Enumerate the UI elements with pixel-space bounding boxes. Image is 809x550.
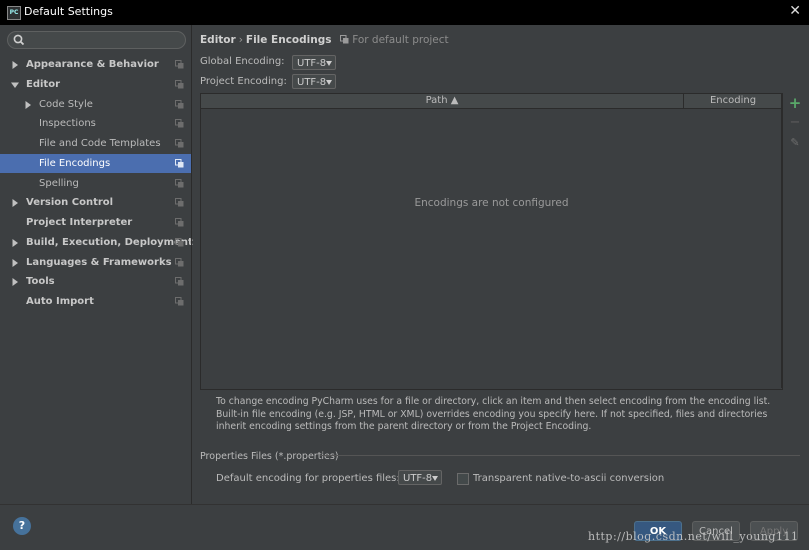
collapsed-arrow-icon[interactable] <box>11 61 19 69</box>
project-encoding-value: UTF-8 <box>297 77 327 88</box>
sidebar-item-file-and-code-templates[interactable]: File and Code Templates <box>0 134 191 153</box>
global-encoding-label: Global Encoding: <box>200 56 285 67</box>
project-encoding-label: Project Encoding: <box>200 76 287 87</box>
table-header: Path ▲ Encoding <box>201 94 782 109</box>
collapsed-arrow-icon[interactable] <box>11 238 19 247</box>
collapsed-arrow-icon[interactable] <box>11 258 19 267</box>
sidebar-item-label: File Encodings <box>39 157 111 169</box>
breadcrumb-separator: › <box>238 34 243 46</box>
copy-scope-icon <box>175 139 184 148</box>
add-icon[interactable]: + <box>788 96 802 111</box>
settings-sidebar: Appearance & Behavior Editor Code Style Ins… <box>0 25 193 504</box>
sidebar-item-auto-import[interactable]: Auto Import <box>0 292 191 311</box>
properties-encoding-value: UTF-8 <box>403 473 433 484</box>
pycharm-app-icon: PC <box>7 6 21 20</box>
project-encoding-select[interactable]: UTF-8 <box>292 74 336 89</box>
sidebar-item-code-style[interactable]: Code Style <box>0 95 191 114</box>
window-title: Default Settings <box>24 5 113 18</box>
sidebar-item-inspections[interactable]: Inspections <box>0 114 191 133</box>
sidebar-item-label: Appearance & Behavior <box>26 59 159 70</box>
sidebar-item-appearance-behavior[interactable]: Appearance & Behavior <box>0 55 191 74</box>
properties-encoding-select[interactable]: UTF-8 <box>398 470 442 485</box>
scope-label: For default project <box>352 34 449 46</box>
sidebar-item-label: Spelling <box>39 177 79 189</box>
copy-scope-icon <box>175 277 184 286</box>
sidebar-item-languages-frameworks[interactable]: Languages & Frameworks <box>0 253 191 272</box>
collapsed-arrow-icon[interactable] <box>11 199 19 208</box>
global-encoding-select[interactable]: UTF-8 <box>292 55 336 70</box>
file-encodings-panel: Editor › File Encodings For default projec… <box>192 25 809 504</box>
sidebar-item-file-encodings[interactable]: File Encodings <box>0 153 191 173</box>
breadcrumb: Editor › File Encodings For default projec… <box>200 34 449 46</box>
section-divider <box>320 455 800 456</box>
breadcrumb-current: File Encodings <box>245 34 332 46</box>
copy-scope-icon <box>175 218 184 227</box>
collapsed-arrow-icon[interactable] <box>11 278 19 287</box>
breadcrumb-parent: Editor <box>200 34 236 46</box>
native-to-ascii-label[interactable]: Transparent native-to-ascii conversion <box>473 473 664 484</box>
sidebar-item-build-execution-deployment[interactable]: Build, Execution, Deployment <box>0 233 193 252</box>
copy-scope-icon <box>175 237 184 247</box>
table-toolbar: + − ✎ <box>781 93 809 388</box>
copy-scope-icon <box>339 35 349 44</box>
copy-scope-icon <box>175 297 184 306</box>
chevron-down-icon <box>326 61 332 66</box>
sidebar-item-label: Auto Import <box>26 296 94 307</box>
copy-scope-icon <box>175 119 184 128</box>
copy-scope-icon <box>175 198 184 207</box>
copy-scope-icon <box>175 158 184 168</box>
encoding-column-header[interactable]: Encoding <box>684 94 782 108</box>
empty-table-message: Encodings are not configured <box>414 197 569 209</box>
path-column-header[interactable]: Path ▲ <box>201 94 684 108</box>
copy-scope-icon <box>175 79 184 89</box>
search-input[interactable] <box>7 31 186 49</box>
sidebar-item-spelling[interactable]: Spelling <box>0 174 191 193</box>
sidebar-item-label: Build, Execution, Deployment <box>26 236 193 248</box>
encoding-help-text: To change encoding PyCharm uses for a fi… <box>216 396 771 432</box>
scope-indicator: For default project <box>335 34 449 46</box>
search-icon <box>13 34 25 46</box>
chevron-down-icon <box>432 476 438 481</box>
dialog-button-bar: ? OK Cancel Apply <box>0 504 809 550</box>
remove-icon[interactable]: − <box>788 116 802 130</box>
watermark-text: http://blog.csdn.net/will_young111 <box>588 530 799 543</box>
sidebar-item-label: Editor <box>26 78 60 90</box>
sidebar-item-label: Project Interpreter <box>26 217 133 228</box>
copy-scope-icon <box>175 99 184 108</box>
sidebar-item-label: Inspections <box>39 118 96 130</box>
sidebar-item-label: Tools <box>26 276 55 288</box>
collapsed-arrow-icon[interactable] <box>24 100 32 109</box>
properties-section-title: Properties Files (*.properties) <box>200 451 339 462</box>
sidebar-item-label: Version Control <box>26 197 114 209</box>
help-icon[interactable]: ? <box>13 517 31 535</box>
global-encoding-value: UTF-8 <box>297 58 327 69</box>
properties-encoding-label: Default encoding for properties files: <box>216 473 400 484</box>
encodings-table[interactable]: Path ▲ Encoding Encodings are not config… <box>200 93 783 390</box>
sidebar-item-tools[interactable]: Tools <box>0 272 191 291</box>
sidebar-item-label: File and Code Templates <box>39 138 161 149</box>
edit-icon[interactable]: ✎ <box>788 136 802 150</box>
sidebar-item-project-interpreter[interactable]: Project Interpreter <box>0 213 191 232</box>
sidebar-item-label: Code Style <box>39 98 93 110</box>
sidebar-item-editor[interactable]: Editor <box>0 75 191 94</box>
sidebar-item-label: Languages & Frameworks <box>26 256 172 268</box>
chevron-down-icon <box>326 80 332 85</box>
title-bar: PC Default Settings ✕ <box>0 0 809 25</box>
expanded-arrow-icon[interactable] <box>11 81 19 89</box>
close-icon[interactable]: ✕ <box>789 3 801 19</box>
copy-scope-icon <box>175 257 184 266</box>
copy-scope-icon <box>175 60 184 69</box>
native-to-ascii-checkbox[interactable] <box>457 473 469 485</box>
sidebar-item-version-control[interactable]: Version Control <box>0 193 191 212</box>
copy-scope-icon <box>175 178 184 187</box>
